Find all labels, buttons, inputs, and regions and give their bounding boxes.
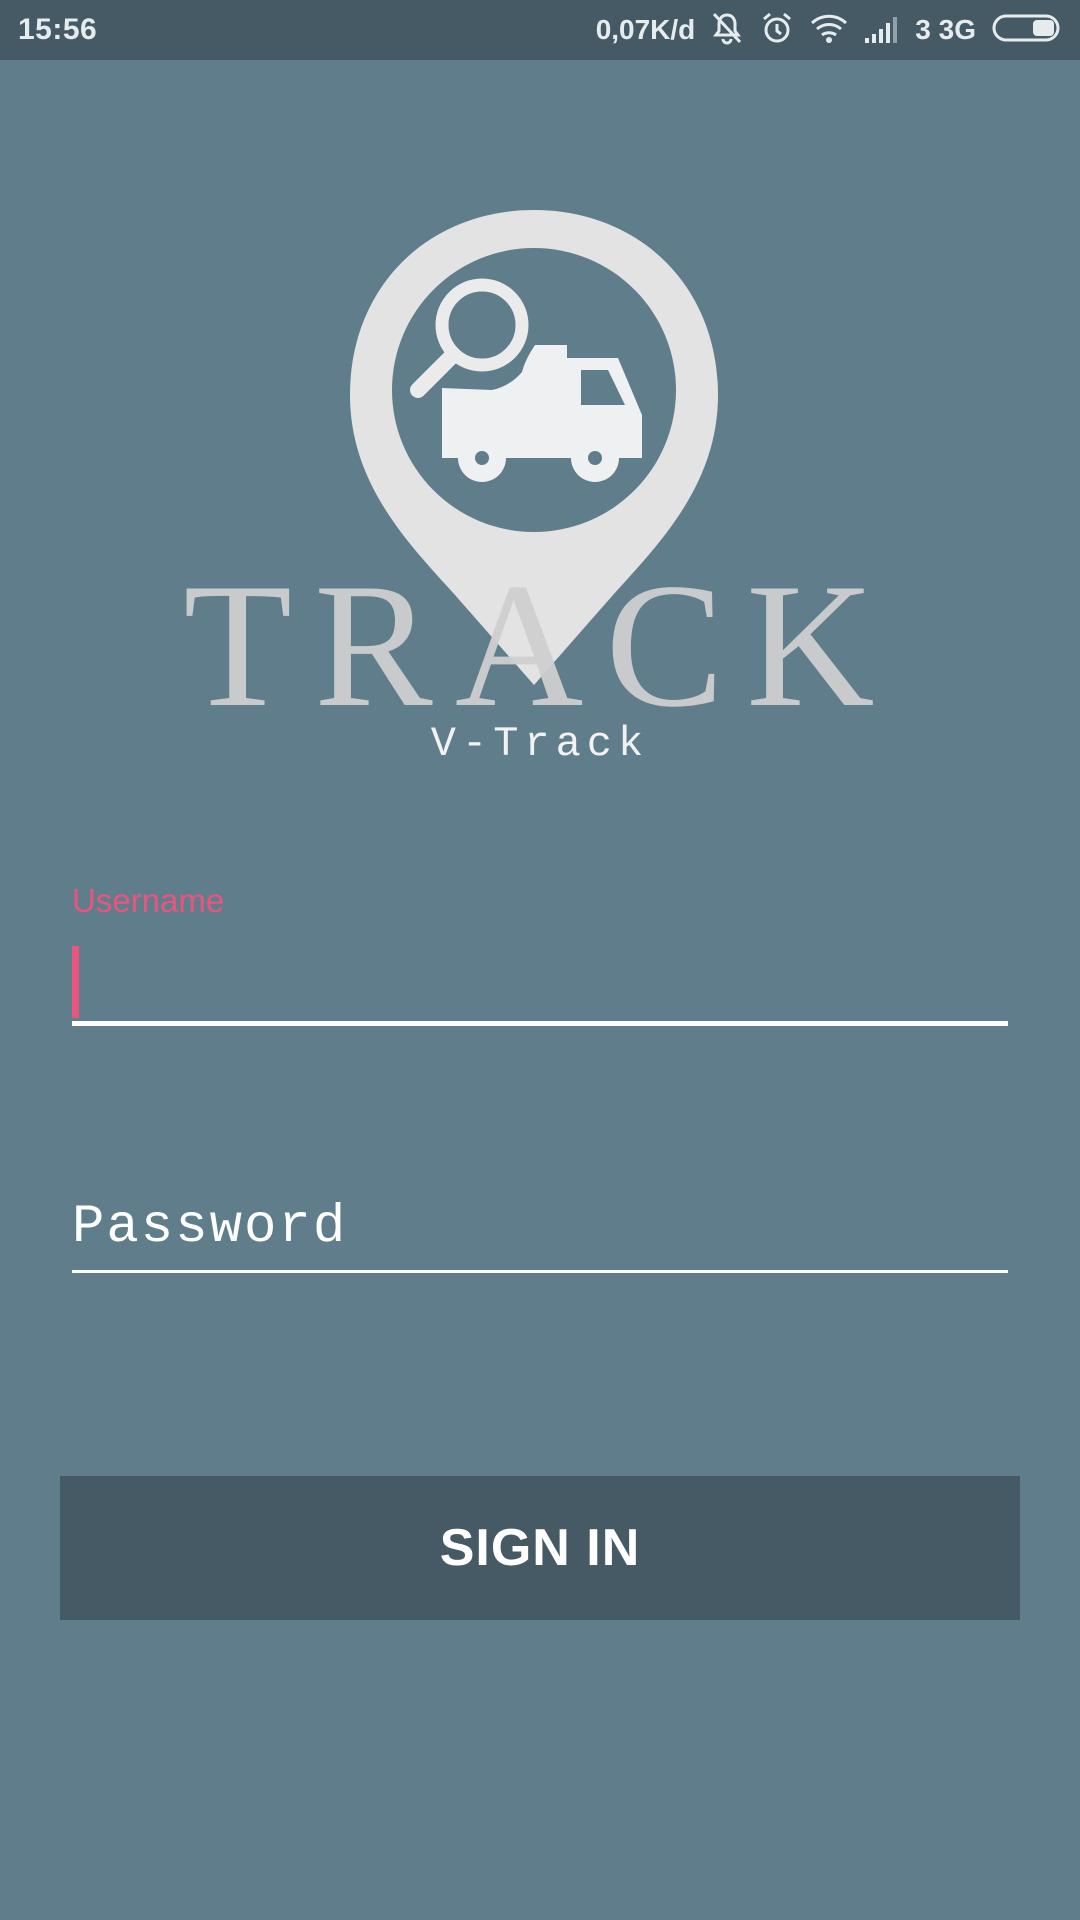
- logo-caption: V-Track: [430, 720, 650, 768]
- username-label: Username: [72, 882, 225, 919]
- status-bar: 15:56 0,07K/d 3 3G: [0, 0, 1080, 60]
- network-type: 3 3G: [915, 14, 976, 45]
- password-input[interactable]: [72, 1185, 1008, 1273]
- status-icons: 0,07K/d 3 3G: [596, 0, 1064, 60]
- alarm-icon: [759, 10, 795, 51]
- vibrate-mute-icon: [709, 10, 745, 51]
- app-logo: TRACK: [130, 200, 950, 744]
- username-input[interactable]: [72, 940, 1008, 1026]
- battery-icon: [992, 13, 1064, 48]
- network-speed: 0,07K/d: [595, 14, 696, 45]
- logo-wordmark: TRACK: [183, 546, 896, 720]
- status-time: 15:56: [18, 13, 98, 46]
- sign-in-button[interactable]: SIGN IN: [60, 1476, 1020, 1620]
- text-cursor: [72, 946, 79, 1018]
- signal-icon: [863, 10, 901, 51]
- wifi-icon: [809, 10, 849, 51]
